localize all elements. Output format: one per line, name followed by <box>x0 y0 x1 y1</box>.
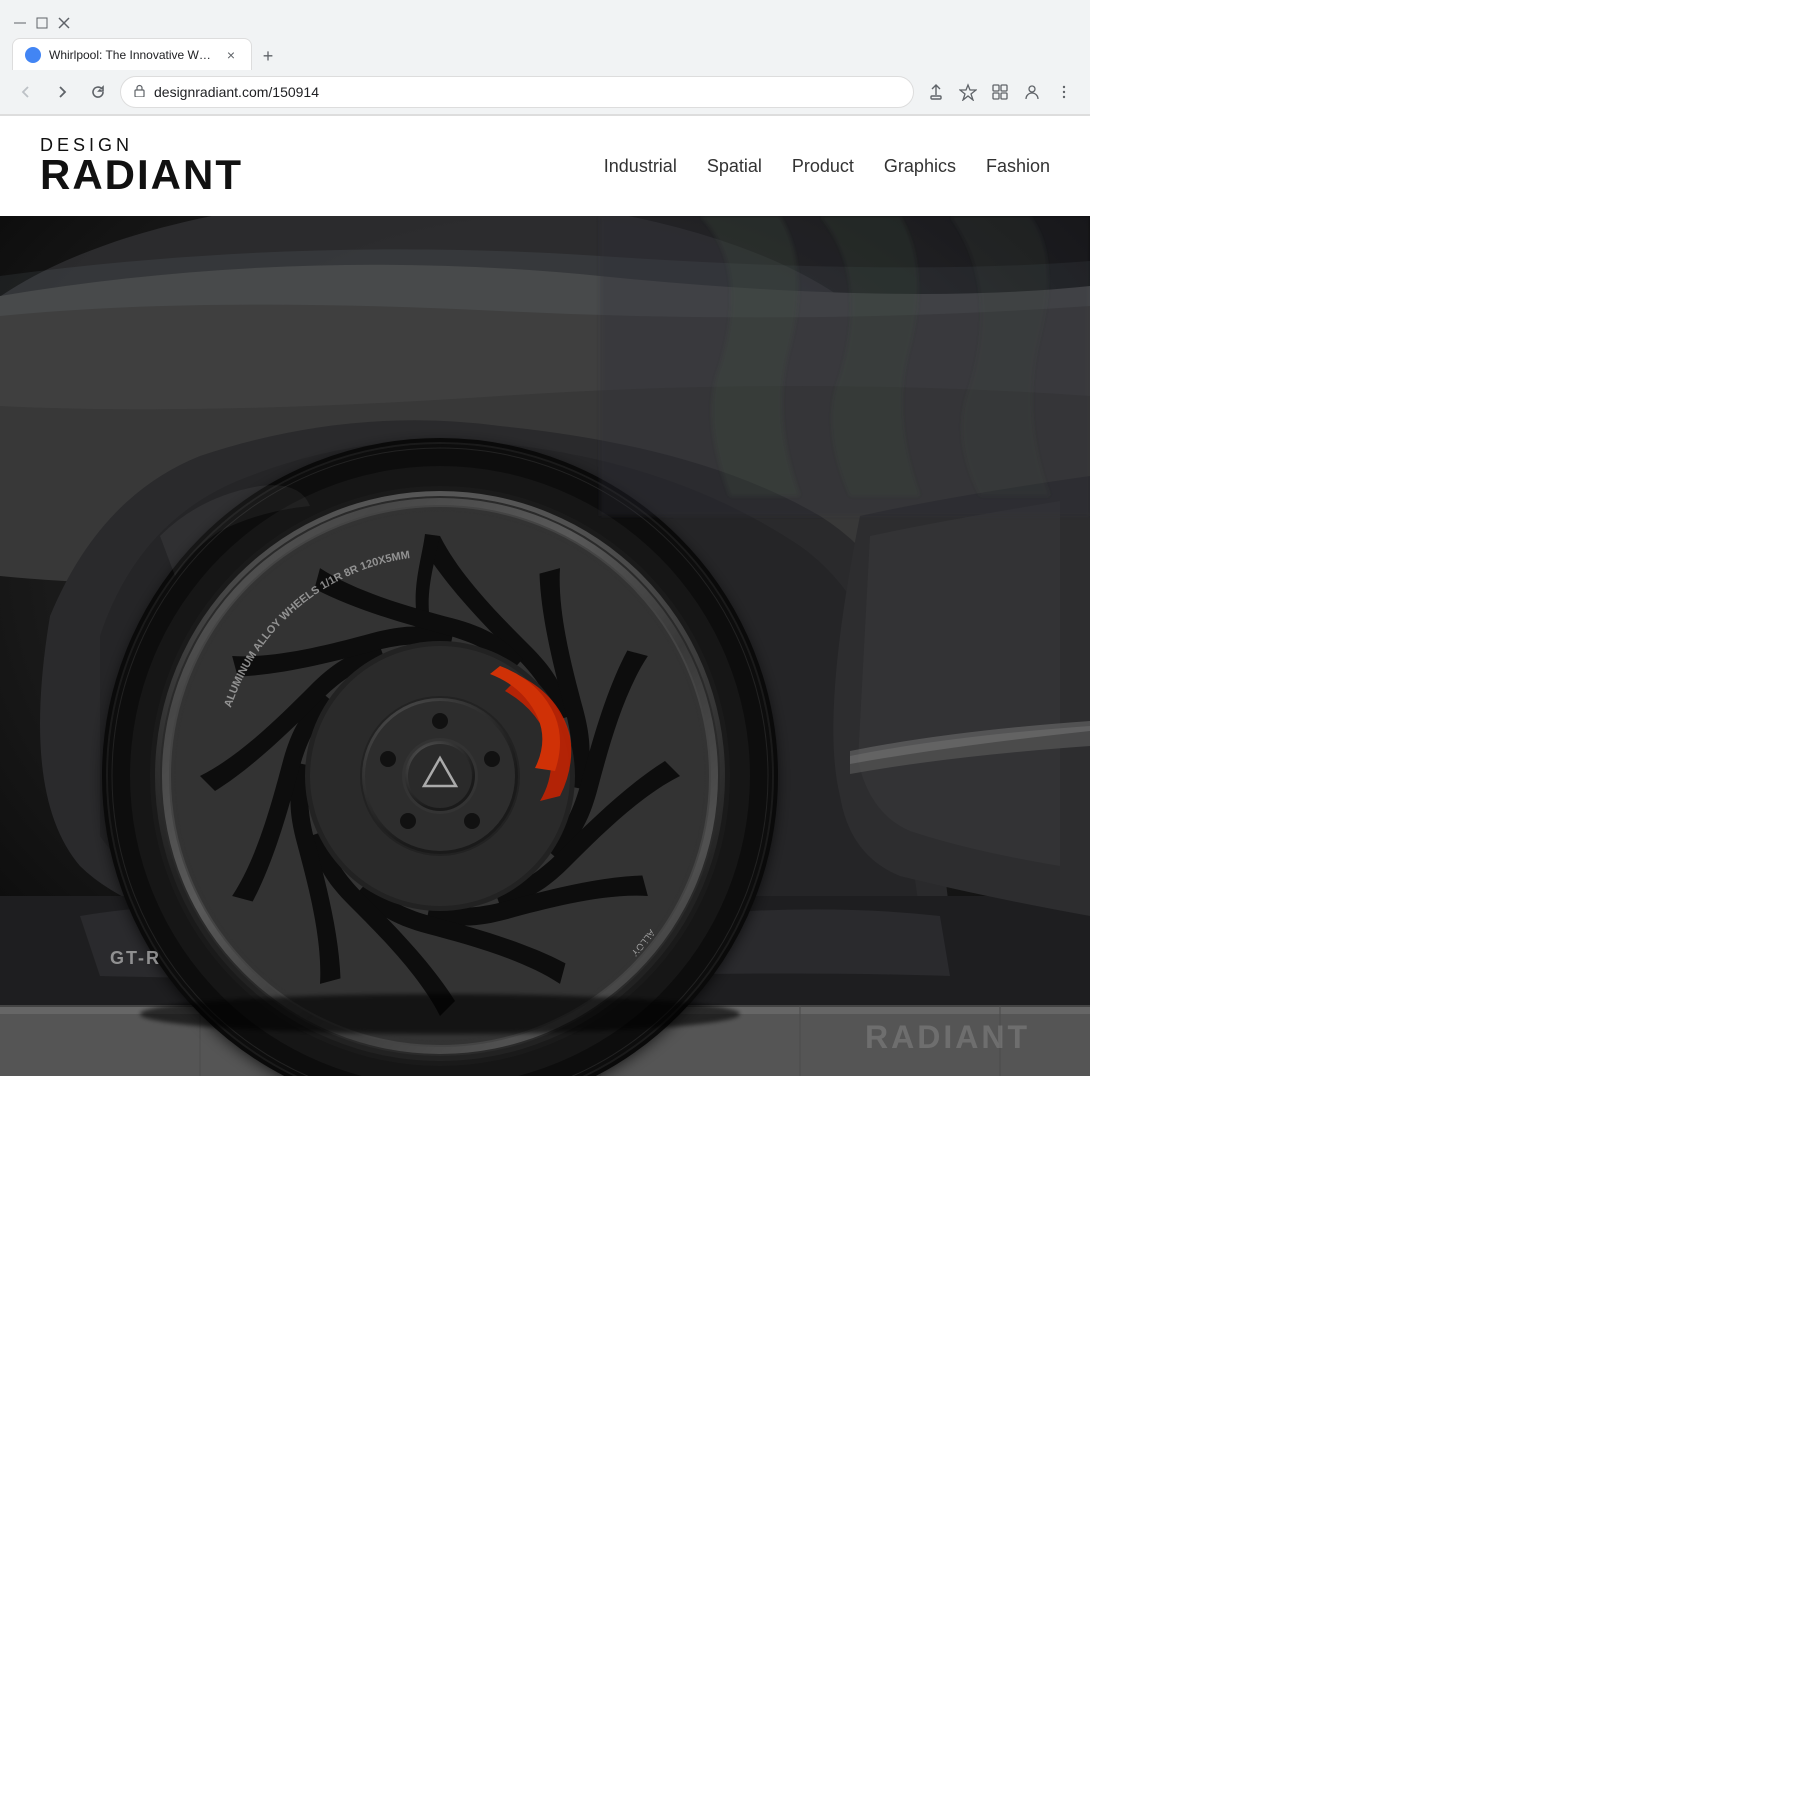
menu-button[interactable] <box>1050 78 1078 106</box>
extensions-button[interactable] <box>986 78 1014 106</box>
nav-graphics[interactable]: Graphics <box>884 156 956 177</box>
site-logo[interactable]: DESIGN RADIANT <box>40 136 243 196</box>
browser-chrome: Whirlpool: The Innovative Whee × + desig… <box>0 0 1090 116</box>
tab-favicon <box>25 47 41 63</box>
active-tab[interactable]: Whirlpool: The Innovative Whee × <box>12 38 252 70</box>
bookmark-button[interactable] <box>954 78 982 106</box>
tab-bar: Whirlpool: The Innovative Whee × + <box>0 38 1090 70</box>
hero-image: ALUMINUM ALLOY WHEELS 1/1R 8R 120X5MM AL… <box>0 216 1090 1076</box>
watermark: RADIANT <box>865 1019 1030 1056</box>
nav-spatial[interactable]: Spatial <box>707 156 762 177</box>
toolbar: designradiant.com/150914 <box>0 70 1090 115</box>
nav-industrial[interactable]: Industrial <box>604 156 677 177</box>
nav-product[interactable]: Product <box>792 156 854 177</box>
maximize-button[interactable] <box>34 15 50 31</box>
address-bar[interactable]: designradiant.com/150914 <box>120 76 914 108</box>
toolbar-actions <box>922 78 1078 106</box>
logo-radiant-text: RADIANT <box>40 154 243 196</box>
site-header: DESIGN RADIANT Industrial Spatial Produc… <box>0 116 1090 216</box>
nav-fashion[interactable]: Fashion <box>986 156 1050 177</box>
website: DESIGN RADIANT Industrial Spatial Produc… <box>0 116 1090 1076</box>
browser-profile-button[interactable] <box>1018 78 1046 106</box>
forward-button[interactable] <box>48 78 76 106</box>
title-bar <box>0 0 1090 38</box>
new-tab-button[interactable]: + <box>254 42 282 70</box>
close-button[interactable] <box>56 15 72 31</box>
back-button[interactable] <box>12 78 40 106</box>
reload-button[interactable] <box>84 78 112 106</box>
svg-text:GT-R: GT-R <box>110 948 161 968</box>
hero-svg: ALUMINUM ALLOY WHEELS 1/1R 8R 120X5MM AL… <box>0 216 1090 1076</box>
main-navigation: Industrial Spatial Product Graphics Fash… <box>604 156 1050 177</box>
lock-icon <box>133 84 146 100</box>
minimize-button[interactable] <box>12 15 28 31</box>
tab-title: Whirlpool: The Innovative Whee <box>49 48 215 62</box>
window-controls <box>12 15 72 31</box>
share-button[interactable] <box>922 78 950 106</box>
url-display: designradiant.com/150914 <box>154 84 901 100</box>
tab-close-button[interactable]: × <box>223 47 239 63</box>
